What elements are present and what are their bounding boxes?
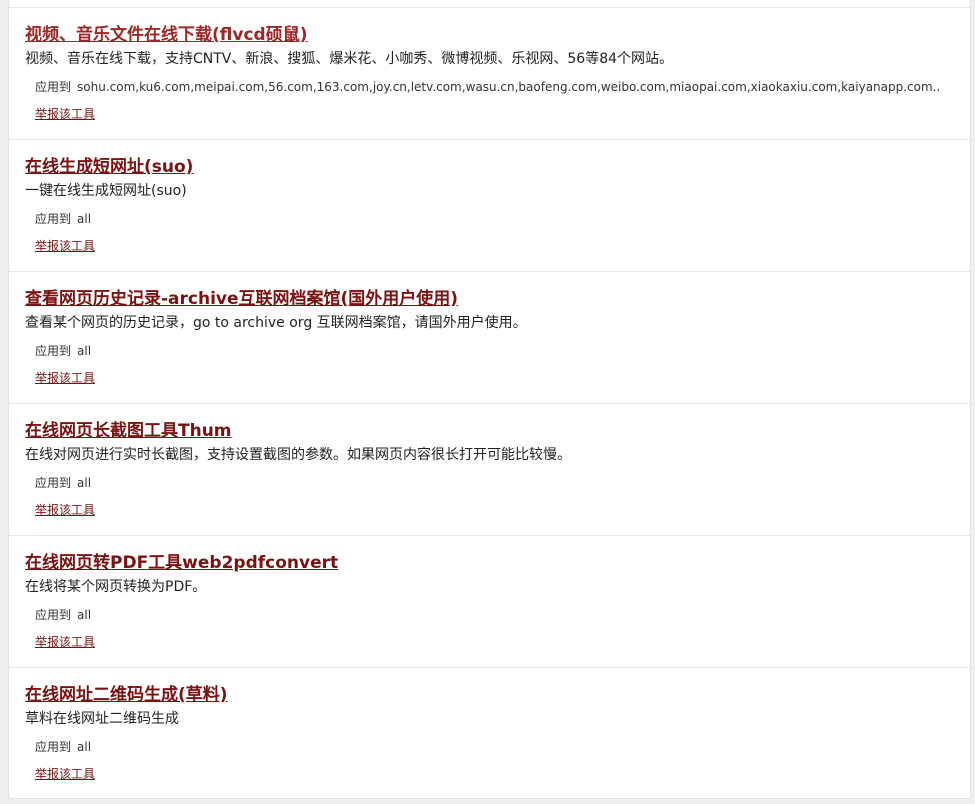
applies-to-label: 应用到 (35, 740, 72, 754)
tool-title-link[interactable]: 在线生成短网址(suo) (25, 156, 193, 178)
tool-description: 一键在线生成短网址(suo) (25, 183, 187, 199)
applies-to-label: 应用到 (35, 212, 72, 226)
tool-description: 在线将某个网页转换为PDF。 (25, 579, 207, 595)
tool-title-link[interactable]: 在线网页转PDF工具web2pdfconvert (25, 552, 338, 574)
tool-description: 视频、音乐在线下载，支持CNTV、新浪、搜狐、爆米花、小咖秀、微博视频、乐视网、… (25, 51, 674, 67)
tool-applies-to: 应用到 all (35, 607, 91, 623)
tool-title-link[interactable]: 在线网址二维码生成(草料) (25, 684, 228, 706)
tool-title-link[interactable]: 查看网页历史记录-archive互联网档案馆(国外用户使用) (25, 288, 458, 310)
tool-title-link[interactable]: 视频、音乐文件在线下载(flvcd硕鼠) (25, 24, 307, 46)
tool-description: 草料在线网址二维码生成 (25, 711, 179, 727)
tool-card: 在线网址二维码生成(草料) 草料在线网址二维码生成 应用到 all 举报该工具 (9, 668, 970, 798)
tool-title-link[interactable]: 在线网页长截图工具Thum (25, 420, 232, 442)
applies-to-value: sohu.com,ku6.com,meipai.com,56.com,163.c… (77, 80, 941, 94)
report-tool-link[interactable]: 举报该工具 (35, 766, 95, 782)
applies-to-label: 应用到 (35, 476, 72, 490)
tool-applies-to: 应用到 sohu.com,ku6.com,meipai.com,56.com,16… (35, 79, 940, 95)
applies-to-value: all (77, 608, 92, 622)
tool-applies-to: 应用到 all (35, 343, 91, 359)
report-tool-link[interactable]: 举报该工具 (35, 634, 95, 650)
tool-applies-to: 应用到 all (35, 211, 91, 227)
tool-description: 在线对网页进行实时长截图，支持设置截图的参数。如果网页内容很长打开可能比较慢。 (25, 447, 571, 463)
applies-to-value: all (77, 740, 92, 754)
report-tool-link[interactable]: 举报该工具 (35, 370, 95, 386)
tool-card: 在线网页转PDF工具web2pdfconvert 在线将某个网页转换为PDF。 … (9, 536, 970, 668)
tool-list: 视频、音乐文件在线下载(flvcd硕鼠) 视频、音乐在线下载，支持CNTV、新浪… (8, 0, 971, 799)
report-tool-link[interactable]: 举报该工具 (35, 238, 95, 254)
tool-card: 视频、音乐文件在线下载(flvcd硕鼠) 视频、音乐在线下载，支持CNTV、新浪… (9, 8, 970, 140)
applies-to-value: all (77, 344, 92, 358)
applies-to-label: 应用到 (35, 80, 72, 94)
applies-to-label: 应用到 (35, 608, 72, 622)
tool-card: 在线网页长截图工具Thum 在线对网页进行实时长截图，支持设置截图的参数。如果网… (9, 404, 970, 536)
report-tool-link[interactable]: 举报该工具 (35, 106, 95, 122)
applies-to-label: 应用到 (35, 344, 72, 358)
tool-description: 查看某个网页的历史记录，go to archive org 互联网档案馆，请国外… (25, 315, 527, 331)
tool-applies-to: 应用到 all (35, 475, 91, 491)
tool-applies-to: 应用到 all (35, 739, 91, 755)
applies-to-value: all (77, 212, 92, 226)
tool-card: 查看网页历史记录-archive互联网档案馆(国外用户使用) 查看某个网页的历史… (9, 272, 970, 404)
report-tool-link[interactable]: 举报该工具 (35, 502, 95, 518)
list-top-divider (9, 0, 970, 8)
tool-card: 在线生成短网址(suo) 一键在线生成短网址(suo) 应用到 all 举报该工具 (9, 140, 970, 272)
applies-to-value: all (77, 476, 92, 490)
